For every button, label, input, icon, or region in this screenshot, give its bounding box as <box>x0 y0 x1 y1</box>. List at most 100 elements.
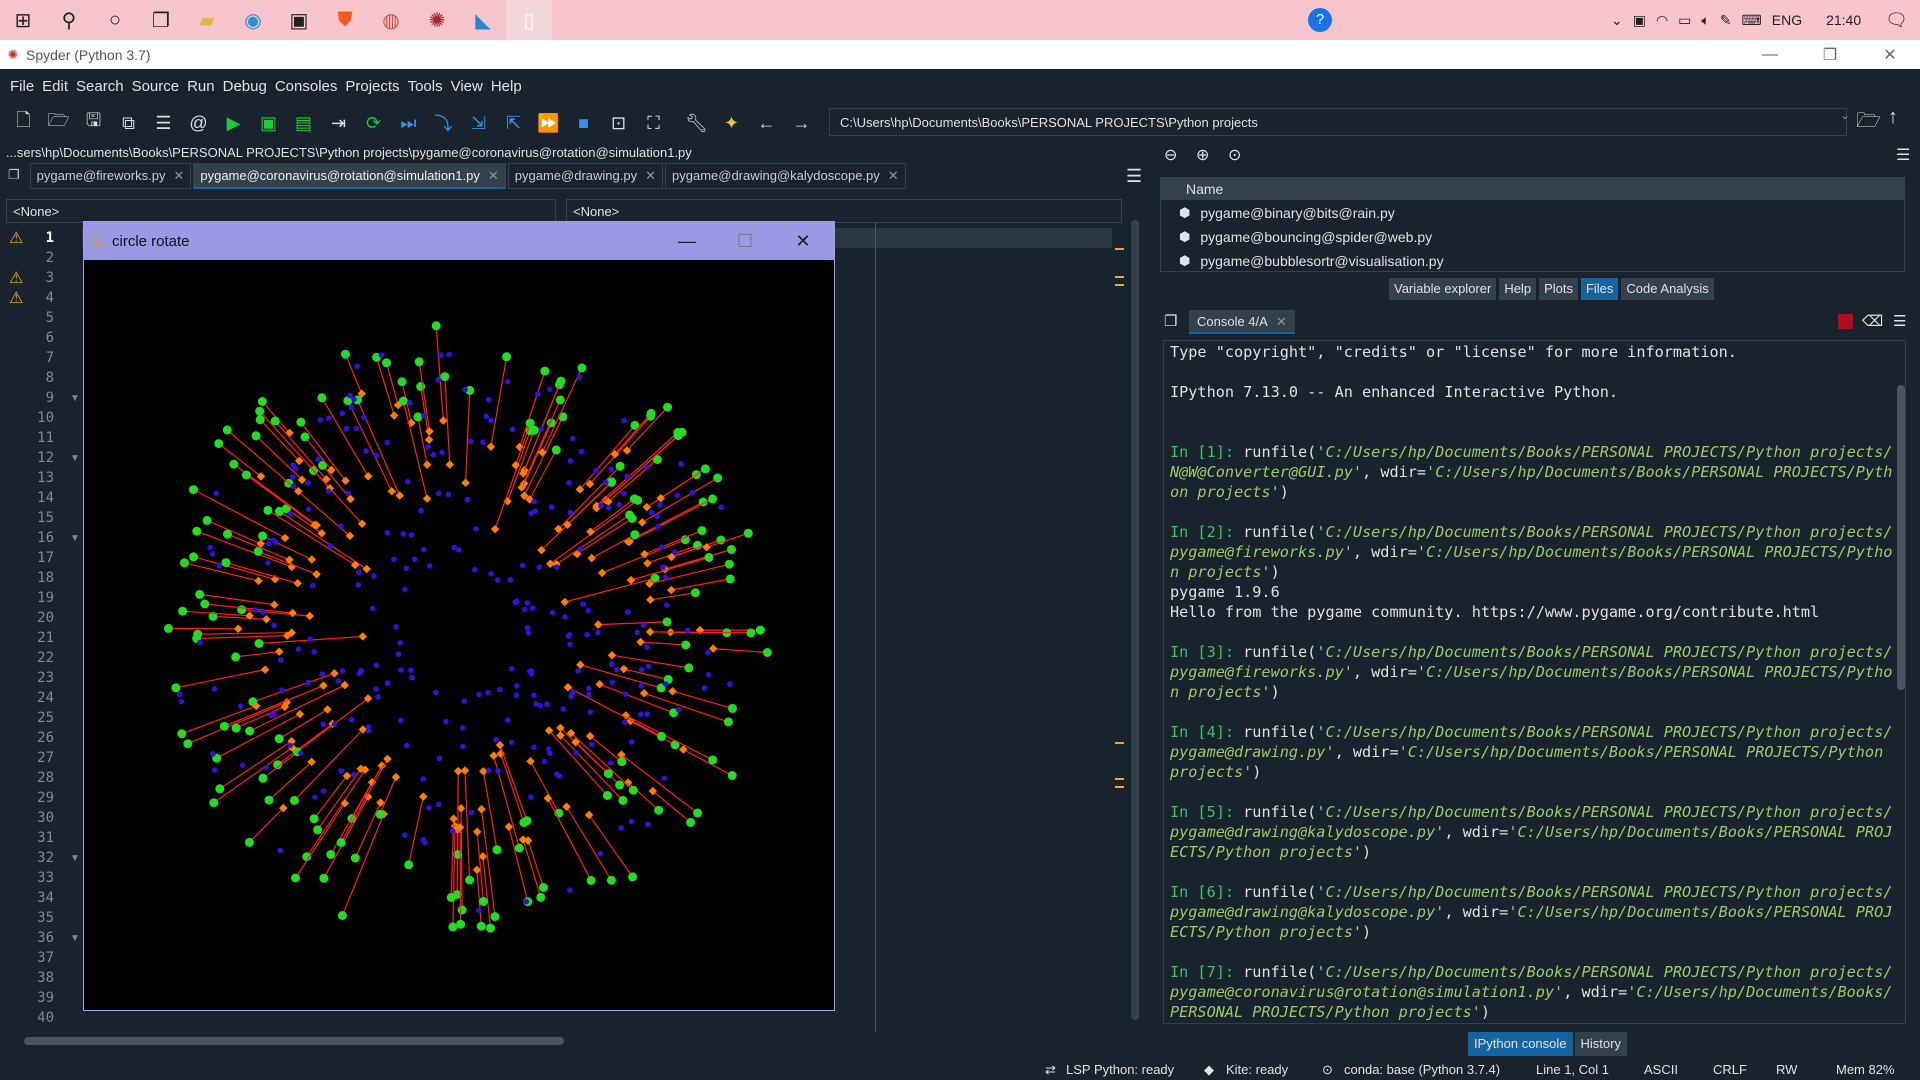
save-icon[interactable]: 🖫︎ <box>76 107 111 139</box>
ipython-console[interactable]: Type "copyright", "credits" or "license"… <box>1163 340 1906 1024</box>
warning-marker[interactable] <box>1115 742 1124 744</box>
file-item[interactable]: ⬢ pygame@bubblesortr@visualisation.py <box>1179 253 1444 269</box>
tab-help[interactable]: Help <box>1499 278 1537 300</box>
rerun-icon[interactable]: ⟳ <box>356 107 391 139</box>
step-icon[interactable]: ⤵ <box>426 107 461 139</box>
menu-source[interactable]: Source <box>128 78 184 95</box>
at-symbol-icon[interactable]: @ <box>181 107 216 139</box>
brave-icon[interactable]: ⛊ <box>322 0 368 40</box>
menu-tools[interactable]: Tools <box>404 78 447 95</box>
menu-view[interactable]: View <box>447 78 487 95</box>
open-file-icon[interactable]: 🗁︎ <box>41 107 76 139</box>
fold-arrow-icon[interactable]: ▼ <box>70 853 80 864</box>
tab-plots[interactable]: Plots <box>1539 278 1578 300</box>
fullscreen-icon[interactable]: ⛶ <box>636 107 671 139</box>
step-return-icon[interactable]: ⇱ <box>496 107 531 139</box>
close-tab-icon[interactable]: ✕ <box>888 168 899 188</box>
menu-debug[interactable]: Debug <box>219 78 271 95</box>
tab-drawing-kalydoscope[interactable]: pygame@drawing@kalydoscope.py ✕ <box>665 163 906 189</box>
save-all-icon[interactable]: ⧉ <box>111 107 146 139</box>
files-forward-icon[interactable]: ⊕ <box>1196 145 1209 165</box>
back-arrow-icon[interactable]: ← <box>749 107 784 139</box>
vscode-icon[interactable]: ◣ <box>460 0 506 40</box>
browse-consoles-icon[interactable]: ❐ <box>1164 312 1177 330</box>
restore-button[interactable]: ❐ <box>1800 40 1860 69</box>
menu-projects[interactable]: Projects <box>341 78 403 95</box>
edge-icon[interactable]: ◉ <box>230 0 276 40</box>
console-scrollbar[interactable] <box>1896 345 1906 1017</box>
file-header-name[interactable]: Name <box>1161 178 1904 200</box>
pygame-titlebar[interactable]: 🐍︎ circle rotate — ☐ ✕ <box>84 222 834 260</box>
tab-code-analysis[interactable]: Code Analysis <box>1621 278 1714 300</box>
continue-icon[interactable]: ⏩ <box>531 107 566 139</box>
keyboard-icon[interactable]: ⌨ <box>1742 12 1762 29</box>
tab-fireworks[interactable]: pygame@fireworks.py ✕ <box>29 163 192 189</box>
working-dir-dropdown-icon[interactable]: ⌄ <box>1840 108 1850 122</box>
tab-console[interactable]: Console 4/A ✕ <box>1189 310 1295 334</box>
working-directory-field[interactable]: C:\Users\hp\Documents\Books\PERSONAL PRO… <box>829 108 1847 136</box>
tab-drawing[interactable]: pygame@drawing.py ✕ <box>507 163 663 189</box>
method-combo[interactable]: <None> <box>566 199 1122 223</box>
minimize-button[interactable]: — <box>1740 40 1800 69</box>
close-tab-icon[interactable]: ✕ <box>173 168 184 188</box>
step-into-icon[interactable]: ⇲ <box>461 107 496 139</box>
stop-debug-icon[interactable]: ■ <box>566 107 601 139</box>
pygame-maximize-button[interactable]: ☐ <box>716 222 774 260</box>
files-up-icon[interactable]: ⊙ <box>1228 145 1241 165</box>
clock[interactable]: 21:40 <box>1812 12 1875 28</box>
fold-arrow-icon[interactable]: ▼ <box>70 453 80 464</box>
status-lsp[interactable]: LSP Python: ready <box>1066 1062 1174 1077</box>
preferences-wrench-icon[interactable]: 🔧︎ <box>679 107 714 139</box>
parent-dir-icon[interactable]: ↑ <box>1888 106 1898 129</box>
pygame-minimize-button[interactable]: — <box>658 222 716 260</box>
debug-icon[interactable]: ⏭ <box>391 107 426 139</box>
chrome-icon[interactable]: ◍ <box>368 0 414 40</box>
search-icon[interactable]: ⚲ <box>46 0 92 40</box>
battery-icon[interactable]: ▭ <box>1678 12 1691 29</box>
menu-edit[interactable]: Edit <box>38 78 72 95</box>
files-options-menu-icon[interactable]: ☰ <box>1896 145 1910 165</box>
interrupt-kernel-icon[interactable] <box>1838 314 1853 329</box>
fold-arrow-icon[interactable]: ▼ <box>70 533 80 544</box>
outline-icon[interactable]: ☰ <box>146 107 181 139</box>
pen-icon[interactable]: ✎ <box>1720 12 1732 29</box>
class-combo[interactable]: <None> <box>6 199 556 223</box>
tab-files[interactable]: Files <box>1580 278 1619 300</box>
task-view-icon[interactable]: ❐ <box>138 0 184 40</box>
help-tray-icon[interactable]: ? <box>1308 8 1332 32</box>
browse-folder-icon[interactable]: 🗁︎ <box>1856 106 1881 140</box>
menu-search[interactable]: Search <box>72 78 128 95</box>
file-item[interactable]: ⬢ pygame@binary@bits@rain.py <box>1179 205 1395 221</box>
file-item[interactable]: ⬢ pygame@bouncing@spider@web.py <box>1179 229 1432 245</box>
tab-coronavirus-rotation[interactable]: pygame@coronavirus@rotation@simulation1.… <box>193 163 506 189</box>
windows-start-icon[interactable]: ⊞ <box>0 0 46 40</box>
close-tab-icon[interactable]: ✕ <box>488 168 499 187</box>
menu-help[interactable]: Help <box>487 78 526 95</box>
console-options-menu-icon[interactable]: ☰ <box>1893 312 1906 330</box>
wifi-icon[interactable]: ◠ <box>1656 12 1668 29</box>
warning-icon[interactable]: ⚠ <box>9 288 23 308</box>
editor-options-menu-icon[interactable]: ☰ <box>1126 166 1142 187</box>
warning-marker[interactable] <box>1115 778 1124 780</box>
chevron-up-icon[interactable]: ⌄ <box>1611 12 1623 29</box>
cortana-icon[interactable]: ○ <box>92 0 138 40</box>
fold-arrow-icon[interactable]: ▼ <box>70 933 80 944</box>
close-tab-icon[interactable]: ✕ <box>645 168 656 188</box>
status-kite[interactable]: Kite: ready <box>1226 1062 1288 1077</box>
close-console-icon[interactable]: ✕ <box>1276 314 1287 329</box>
volume-icon[interactable]: 🔈︎ <box>1701 12 1709 29</box>
spyder-taskbar-icon[interactable]: ✺ <box>414 0 460 40</box>
file-explorer-icon[interactable]: ▰ <box>184 0 230 40</box>
language-indicator[interactable]: ENG <box>1772 12 1802 28</box>
new-file-icon[interactable]: 🗋︎ <box>6 107 41 139</box>
scrollbar-thumb[interactable] <box>1131 220 1139 1020</box>
editor-horizontal-scrollbar[interactable] <box>14 1034 1124 1048</box>
store-icon[interactable]: ▣ <box>276 0 322 40</box>
menu-file[interactable]: File <box>6 78 38 95</box>
scrollbar-thumb[interactable] <box>24 1037 564 1045</box>
run-cell-icon[interactable]: ▣ <box>251 107 286 139</box>
python-path-icon[interactable]: ✦ <box>714 107 749 139</box>
warning-marker[interactable] <box>1115 284 1124 286</box>
files-back-icon[interactable]: ⊖ <box>1164 145 1177 165</box>
run-selection-icon[interactable]: ⇥ <box>321 107 356 139</box>
